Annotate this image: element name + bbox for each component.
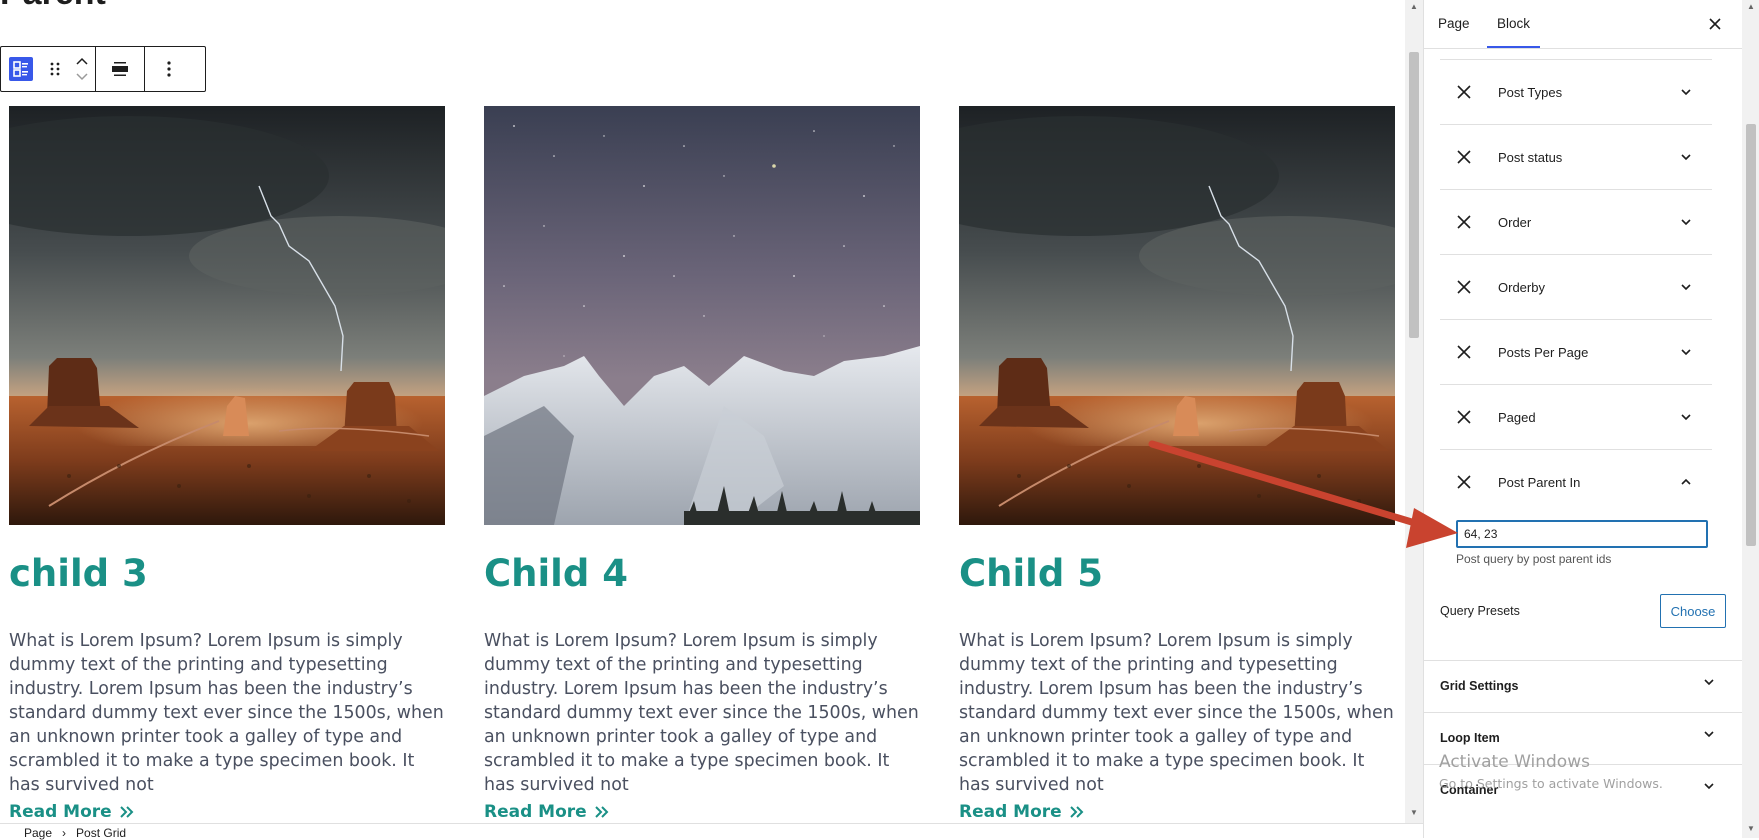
remove-icon[interactable]: [1456, 84, 1486, 100]
panel-container[interactable]: Container: [1424, 764, 1742, 815]
query-row-label: Paged: [1498, 409, 1536, 425]
post-image-desert[interactable]: [9, 106, 445, 525]
remove-icon[interactable]: [1456, 474, 1486, 490]
read-more-link[interactable]: Read More: [484, 802, 609, 822]
panel-title: Grid Settings: [1440, 679, 1519, 693]
scroll-up-arrow-icon[interactable]: ▲: [1747, 2, 1755, 11]
double-chevron-right-icon: [1069, 806, 1084, 818]
query-presets-label: Query Presets: [1440, 604, 1520, 618]
move-down-button[interactable]: [76, 69, 88, 85]
remove-icon[interactable]: [1456, 279, 1486, 295]
post-parent-in-help: Post query by post parent ids: [1456, 552, 1612, 566]
post-excerpt: What is Lorem Ipsum? Lorem Ipsum is simp…: [9, 631, 444, 795]
block-toolbar: [0, 46, 206, 92]
canvas-scrollbar-thumb[interactable]: [1409, 52, 1419, 338]
drag-handle[interactable]: [41, 47, 69, 91]
chevron-down-icon: [76, 73, 88, 81]
post-title[interactable]: Child 4: [484, 552, 628, 595]
toolbar-group-block: [1, 47, 96, 91]
panel-grid-settings[interactable]: Grid Settings: [1424, 660, 1742, 711]
post-title[interactable]: Child 5: [959, 552, 1103, 595]
align-wide-icon: [112, 62, 128, 76]
panel-title: Container: [1440, 783, 1499, 797]
move-up-button[interactable]: [76, 53, 88, 69]
scroll-down-arrow-icon[interactable]: ▼: [1410, 808, 1418, 817]
panel-loop-item[interactable]: Loop Item: [1424, 712, 1742, 763]
post-card: child 3 What is Lorem Ipsum? Lorem Ipsum…: [9, 106, 445, 822]
query-row-post-parent-in[interactable]: Post Parent In: [1440, 450, 1712, 514]
post-parent-in-input[interactable]: [1456, 520, 1708, 548]
post-excerpt: What is Lorem Ipsum? Lorem Ipsum is simp…: [959, 631, 1394, 795]
close-sidebar-button[interactable]: [1709, 14, 1721, 35]
post-image-desert[interactable]: [959, 106, 1395, 525]
sidebar-scrollbar-thumb[interactable]: [1746, 124, 1756, 546]
query-row-post-status[interactable]: Post status: [1440, 125, 1712, 190]
chevron-down-icon: [1676, 85, 1696, 99]
scroll-down-arrow-icon[interactable]: ▼: [1747, 824, 1755, 833]
read-more-label: Read More: [959, 802, 1062, 822]
query-row-label: Posts Per Page: [1498, 344, 1589, 360]
panel-title: Loop Item: [1440, 731, 1500, 745]
read-more-label: Read More: [484, 802, 587, 822]
query-row-label: Order: [1498, 214, 1532, 230]
remove-icon[interactable]: [1456, 344, 1486, 360]
read-more-label: Read More: [9, 802, 112, 822]
block-mover: [69, 47, 95, 91]
post-image-mountain[interactable]: [484, 106, 920, 525]
query-row-orderby[interactable]: Orderby: [1440, 255, 1712, 320]
remove-icon[interactable]: [1456, 409, 1486, 425]
more-vertical-icon: [167, 61, 171, 77]
chevron-down-icon: [1676, 345, 1696, 359]
query-row-posts-per-page[interactable]: Posts Per Page: [1440, 320, 1712, 385]
tab-block[interactable]: Block: [1486, 16, 1541, 48]
double-chevron-right-icon: [594, 806, 609, 818]
options-button[interactable]: [145, 47, 193, 91]
post-grid: child 3 What is Lorem Ipsum? Lorem Ipsum…: [9, 106, 1395, 823]
chevron-down-icon: [1676, 410, 1696, 424]
sidebar-tabs: Page Block: [1424, 0, 1742, 49]
post-card: Child 4 What is Lorem Ipsum? Lorem Ipsum…: [484, 106, 920, 822]
query-row-order[interactable]: Order: [1440, 190, 1712, 255]
canvas-scrollbar[interactable]: ▲ ▼: [1405, 0, 1423, 823]
query-row-paged[interactable]: Paged: [1440, 385, 1712, 450]
close-icon: [1709, 18, 1721, 30]
query-row-label: Post Parent In: [1498, 474, 1581, 490]
post-card: Child 5 What is Lorem Ipsum? Lorem Ipsum…: [959, 106, 1395, 822]
query-row-label: Post Types: [1498, 84, 1563, 100]
read-more-link[interactable]: Read More: [959, 802, 1084, 822]
tab-page[interactable]: Page: [1438, 16, 1470, 31]
chevron-down-icon: [1676, 280, 1696, 294]
query-row-post-types[interactable]: Post Types: [1440, 60, 1712, 125]
remove-icon[interactable]: [1456, 214, 1486, 230]
align-button[interactable]: [96, 47, 144, 91]
remove-icon[interactable]: [1456, 149, 1486, 165]
post-excerpt: What is Lorem Ipsum? Lorem Ipsum is simp…: [484, 631, 919, 795]
sidebar-scrollbar[interactable]: ▲ ▼: [1742, 0, 1759, 838]
double-chevron-right-icon: [119, 806, 134, 818]
chevron-up-icon: [1676, 475, 1696, 489]
settings-sidebar: Page Block Post Types Post status Order Ord…: [1423, 0, 1759, 838]
query-row-label: Post status: [1498, 149, 1563, 165]
choose-preset-button[interactable]: Choose: [1660, 594, 1726, 628]
page-title[interactable]: Parent: [0, 0, 106, 13]
drag-icon: [50, 62, 60, 76]
chevron-down-icon: [1702, 779, 1716, 798]
editor-canvas: Parent: [0, 0, 1405, 823]
scroll-up-arrow-icon[interactable]: ▲: [1410, 2, 1418, 11]
block-type-button[interactable]: [1, 47, 41, 91]
chevron-down-icon: [1676, 215, 1696, 229]
toolbar-group-align: [96, 47, 145, 91]
post-title[interactable]: child 3: [9, 552, 148, 595]
chevron-up-icon: [76, 57, 88, 65]
block-breadcrumb-bar: Page › Post Grid: [0, 823, 1423, 840]
post-grid-icon: [9, 57, 33, 81]
read-more-link[interactable]: Read More: [9, 802, 134, 822]
toolbar-group-options: [145, 47, 193, 91]
query-row-label: Orderby: [1498, 279, 1545, 295]
chevron-down-icon: [1702, 675, 1716, 694]
chevron-down-icon: [1702, 727, 1716, 746]
chevron-down-icon: [1676, 150, 1696, 164]
